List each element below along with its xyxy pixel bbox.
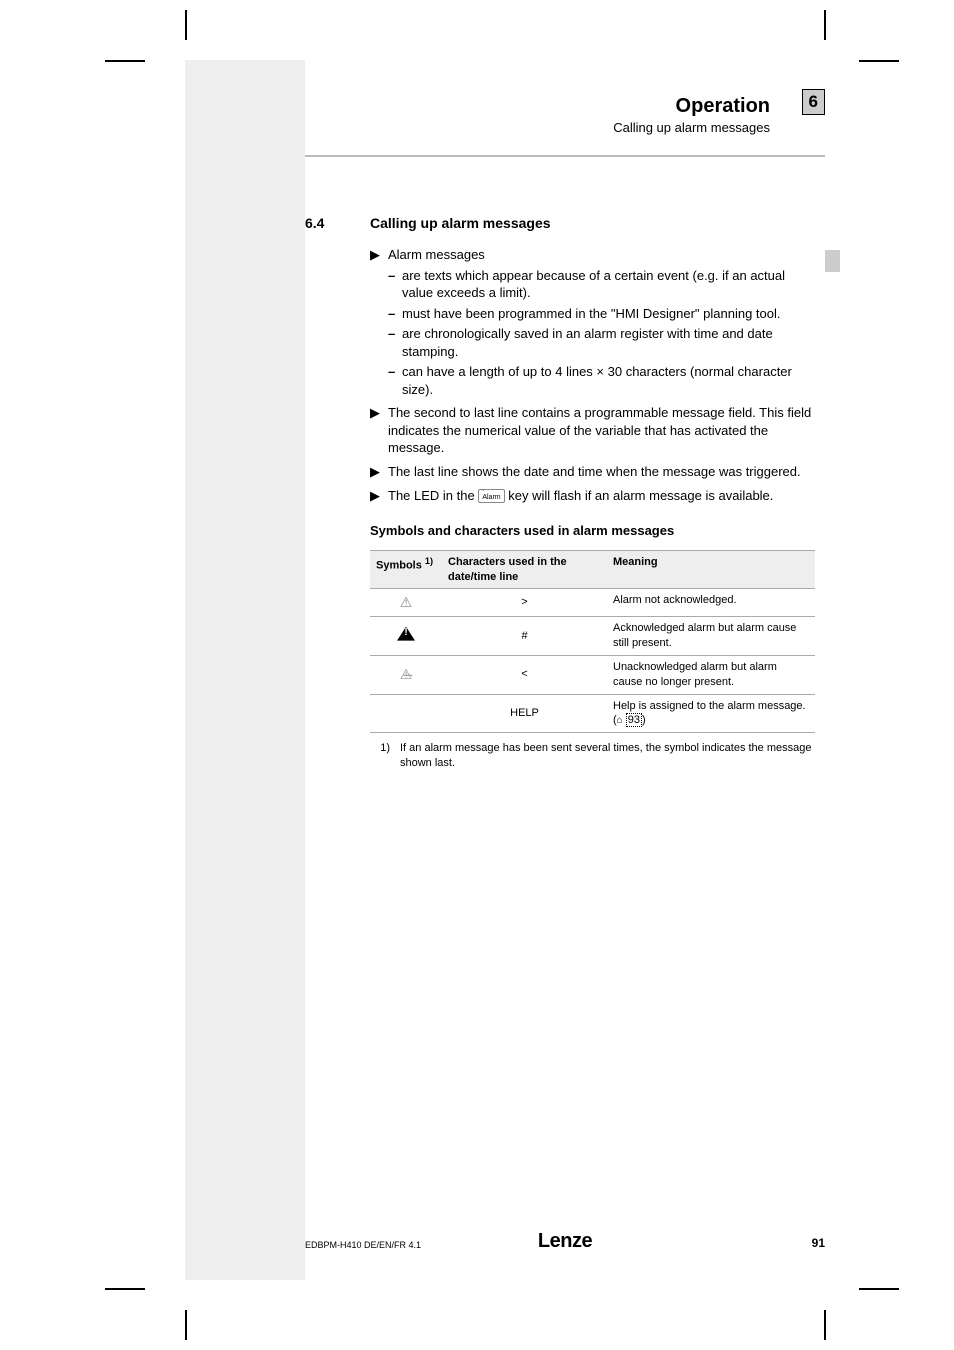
- subheading: Symbols and characters used in alarm mes…: [370, 522, 815, 540]
- bullet-text: The LED in the ◦Alarm key will flash if …: [388, 487, 815, 505]
- footer-logo: Lenze: [305, 1230, 825, 1253]
- footnote-text: If an alarm message has been sent severa…: [400, 741, 815, 771]
- dash-mark: –: [388, 305, 402, 323]
- cell-char: <: [442, 655, 607, 694]
- text-segment: key will flash if an alarm message is av…: [508, 488, 773, 503]
- bullet-text: Alarm messages: [388, 246, 815, 264]
- dash-text: are texts which appear because of a cert…: [402, 267, 815, 302]
- crop-mark: [859, 60, 899, 62]
- text-segment: ): [642, 714, 646, 726]
- dash-item: – are texts which appear because of a ce…: [388, 267, 815, 302]
- dash-mark: –: [388, 325, 402, 360]
- crop-mark: [105, 60, 145, 62]
- bullet-text: The second to last line contains a progr…: [388, 404, 815, 457]
- bullet-mark: ▶: [370, 246, 388, 264]
- cell-symbol: ⚠̶: [370, 655, 442, 694]
- footnote-number: 1): [370, 741, 400, 771]
- table-row: HELP Help is assigned to the alarm messa…: [370, 694, 815, 733]
- cell-symbol: [370, 694, 442, 733]
- dash-text: are chronologically saved in an alarm re…: [402, 325, 815, 360]
- crop-mark: [824, 1310, 826, 1340]
- dash-item: – must have been programmed in the "HMI …: [388, 305, 815, 323]
- crop-mark: [185, 10, 187, 40]
- th-symbols: Symbols 1): [370, 550, 442, 589]
- crop-mark: [859, 1288, 899, 1290]
- book-icon: ⌂: [617, 715, 623, 726]
- table-header-row: Symbols 1) Characters used in the date/t…: [370, 550, 815, 589]
- page-reference: 93: [626, 713, 642, 727]
- cell-char: >: [442, 589, 607, 617]
- table-row: ⚠̶ < Unacknowledged alarm but alarm caus…: [370, 655, 815, 694]
- dash-mark: –: [388, 363, 402, 398]
- table-row: ⚠ > Alarm not acknowledged.: [370, 589, 815, 617]
- section-number: 6.4: [305, 215, 324, 231]
- cell-symbol: ⚠: [370, 589, 442, 617]
- bullet-mark: ▶: [370, 404, 388, 457]
- body-content: ▶ Alarm messages – are texts which appea…: [370, 240, 815, 771]
- header-rule: [305, 155, 825, 157]
- footer-page-number: 91: [812, 1236, 825, 1250]
- bullet-text: The last line shows the date and time wh…: [388, 463, 815, 481]
- bullet-item: ▶ The second to last line contains a pro…: [370, 404, 815, 457]
- crop-mark: [185, 1310, 187, 1340]
- bullet-item: ▶ The last line shows the date and time …: [370, 463, 815, 481]
- cell-meaning: Unacknowledged alarm but alarm cause no …: [607, 655, 815, 694]
- dash-item: – can have a length of up to 4 lines × 3…: [388, 363, 815, 398]
- th-meaning: Meaning: [607, 550, 815, 589]
- cell-symbol: [370, 617, 442, 656]
- cell-meaning: Acknowledged alarm but alarm cause still…: [607, 617, 815, 656]
- header-subtitle: Calling up alarm messages: [305, 120, 770, 135]
- text-segment: The LED in the: [388, 488, 478, 503]
- warning-crossed-icon: ⚠̶: [400, 666, 413, 682]
- dash-text: must have been programmed in the "HMI De…: [402, 305, 815, 323]
- page: 6 Operation Calling up alarm messages 6.…: [185, 60, 825, 1280]
- bullet-item: ▶ Alarm messages: [370, 246, 815, 264]
- warning-solid-icon: [397, 627, 415, 641]
- header-title: Operation: [305, 95, 770, 118]
- cell-meaning: Help is assigned to the alarm message. (…: [607, 694, 815, 733]
- bullet-item: ▶ The LED in the ◦Alarm key will flash i…: [370, 487, 815, 505]
- dash-text: can have a length of up to 4 lines × 30 …: [402, 363, 815, 398]
- dash-mark: –: [388, 267, 402, 302]
- cell-char: HELP: [442, 694, 607, 733]
- thumb-tab: [825, 250, 840, 272]
- bullet-mark: ▶: [370, 487, 388, 505]
- section-title: Calling up alarm messages: [370, 215, 551, 231]
- left-margin: [185, 60, 305, 1280]
- table-row: # Acknowledged alarm but alarm cause sti…: [370, 617, 815, 656]
- cell-char: #: [442, 617, 607, 656]
- footnote: 1) If an alarm message has been sent sev…: [370, 741, 815, 771]
- dash-item: – are chronologically saved in an alarm …: [388, 325, 815, 360]
- cell-meaning: Alarm not acknowledged.: [607, 589, 815, 617]
- crop-mark: [824, 10, 826, 40]
- bullet-mark: ▶: [370, 463, 388, 481]
- chapter-badge: 6: [802, 89, 825, 115]
- alarm-key-icon: ◦Alarm: [478, 489, 504, 503]
- th-characters: Characters used in the date/time line: [442, 550, 607, 589]
- crop-mark: [105, 1288, 145, 1290]
- page-header: 6 Operation Calling up alarm messages: [305, 95, 825, 135]
- warning-outline-icon: ⚠: [400, 594, 413, 610]
- symbols-table: Symbols 1) Characters used in the date/t…: [370, 550, 815, 734]
